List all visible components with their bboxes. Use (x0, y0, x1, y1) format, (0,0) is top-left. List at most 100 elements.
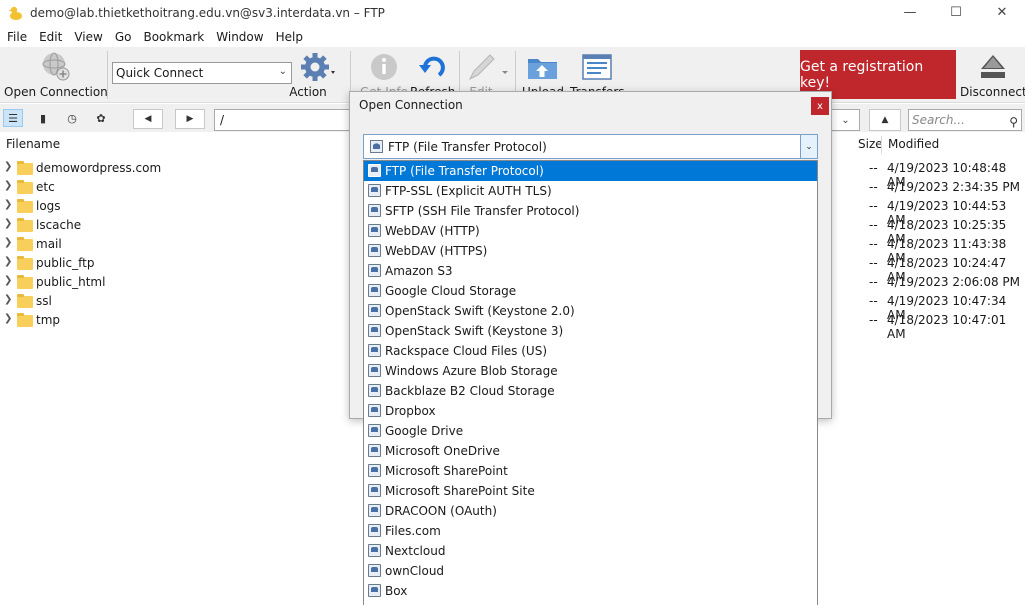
dracoon-protocol-icon (368, 504, 381, 517)
menu-bookmark[interactable]: Bookmark (137, 30, 210, 44)
sftp-protocol-icon (368, 204, 381, 217)
window-title: demo@lab.thietkethoitrang.edu.vn@sv3.int… (30, 6, 385, 20)
expand-chevron-icon[interactable]: ❯ (4, 237, 12, 248)
protocol-select[interactable]: FTP (File Transfer Protocol) ⌄ (363, 134, 818, 159)
eject-icon (981, 55, 1006, 78)
protocol-option-ftp-ssl[interactable]: FTP-SSL (Explicit AUTH TLS) (364, 181, 817, 201)
protocol-option-rackspace[interactable]: Rackspace Cloud Files (US) (364, 341, 817, 361)
protocol-option-openstack-keystone3[interactable]: OpenStack Swift (Keystone 3) (364, 321, 817, 341)
search-placeholder: Search... (912, 113, 965, 127)
rackspace-protocol-icon (368, 344, 381, 357)
expand-chevron-icon[interactable]: ❯ (4, 199, 12, 210)
column-divider[interactable] (881, 136, 882, 154)
nextcloud-protocol-icon (368, 544, 381, 557)
pencil-icon (468, 54, 508, 81)
file-size: -- (869, 275, 878, 289)
folder-icon (17, 218, 33, 232)
option-label: WebDAV (HTTP) (385, 224, 480, 238)
maximize-button[interactable]: ☐ (933, 0, 979, 24)
protocol-option-google-cloud-storage[interactable]: Google Cloud Storage (364, 281, 817, 301)
file-modified: 4/19/2023 2:34:35 PM (887, 180, 1021, 194)
folder-icon (17, 294, 33, 308)
size-column-header[interactable]: Size (858, 137, 883, 151)
menu-edit[interactable]: Edit (33, 30, 68, 44)
refresh-icon (418, 56, 445, 77)
open-connection-button[interactable]: Open Connection (4, 51, 108, 99)
browser-view-icon[interactable]: ☰ (3, 109, 23, 127)
protocol-option-webdav-http[interactable]: WebDAV (HTTP) (364, 221, 817, 241)
menu-view[interactable]: View (68, 30, 108, 44)
path-dropdown-chevron-icon[interactable]: ⌄ (832, 109, 860, 131)
disconnect-button[interactable]: Disconnect (960, 51, 1025, 99)
protocol-option-nextcloud[interactable]: Nextcloud (364, 541, 817, 561)
protocol-option-azure-blob[interactable]: Windows Azure Blob Storage (364, 361, 817, 381)
expand-chevron-icon[interactable]: ❯ (4, 294, 12, 305)
search-input[interactable]: Search... ⚲ (908, 109, 1022, 131)
files-com-protocol-icon (368, 524, 381, 537)
protocol-option-owncloud[interactable]: ownCloud (364, 561, 817, 581)
globe-plus-icon (42, 52, 70, 81)
quick-connect-select[interactable]: Quick Connect ⌄ (112, 62, 292, 84)
file-size: -- (869, 180, 878, 194)
google-cloud-protocol-icon (368, 284, 381, 297)
modified-column-header[interactable]: Modified (888, 137, 939, 151)
expand-chevron-icon[interactable]: ❯ (4, 218, 12, 229)
protocol-option-openstack-keystone2[interactable]: OpenStack Swift (Keystone 2.0) (364, 301, 817, 321)
close-window-button[interactable]: ✕ (979, 0, 1025, 24)
ftp-protocol-icon (370, 140, 383, 153)
filename-column-header[interactable]: Filename (6, 137, 60, 151)
azure-protocol-icon (368, 364, 381, 377)
protocol-option-sharepoint[interactable]: Microsoft SharePoint (364, 461, 817, 481)
folder-icon (17, 275, 33, 289)
protocol-option-backblaze-b2[interactable]: Backblaze B2 Cloud Storage (364, 381, 817, 401)
webdav-protocol-icon (368, 224, 381, 237)
file-name: demowordpress.com (36, 161, 162, 175)
menu-file[interactable]: File (0, 30, 33, 44)
folder-icon (17, 237, 33, 251)
parent-directory-button[interactable]: ▲ (869, 109, 901, 131)
protocol-option-google-drive[interactable]: Google Drive (364, 421, 817, 441)
protocol-option-box[interactable]: Box (364, 581, 817, 601)
info-icon (370, 54, 397, 80)
openstack-protocol-icon (368, 324, 381, 337)
chevron-down-icon[interactable]: ⌄ (800, 135, 817, 158)
menu-window[interactable]: Window (210, 30, 269, 44)
option-label: Box (385, 584, 408, 598)
option-label: Rackspace Cloud Files (US) (385, 344, 547, 358)
expand-chevron-icon[interactable]: ❯ (4, 275, 12, 286)
protocol-option-sftp[interactable]: SFTP (SSH File Transfer Protocol) (364, 201, 817, 221)
forward-button[interactable]: ▶ (175, 109, 205, 129)
protocol-option-webdav-https[interactable]: WebDAV (HTTPS) (364, 241, 817, 261)
protocol-option-sharepoint-site[interactable]: Microsoft SharePoint Site (364, 481, 817, 501)
bonjour-icon[interactable]: ✿ (91, 109, 111, 127)
expand-chevron-icon[interactable]: ❯ (4, 256, 12, 267)
protocol-option-onedrive[interactable]: Microsoft OneDrive (364, 441, 817, 461)
back-button[interactable]: ◀ (133, 109, 163, 129)
gear-icon (301, 53, 335, 81)
action-button[interactable]: Action (289, 51, 337, 99)
protocol-option-files-com[interactable]: Files.com (364, 521, 817, 541)
protocol-option-dropbox[interactable]: Dropbox (364, 401, 817, 421)
option-label: Microsoft SharePoint Site (385, 484, 535, 498)
menu-go[interactable]: Go (109, 30, 138, 44)
protocol-option-dracoon[interactable]: DRACOON (OAuth) (364, 501, 817, 521)
file-size: -- (869, 237, 878, 251)
file-modified: 4/19/2023 2:06:08 PM (887, 275, 1021, 289)
file-name: mail (36, 237, 62, 251)
path-input[interactable]: / (214, 109, 364, 131)
expand-chevron-icon[interactable]: ❯ (4, 180, 12, 191)
file-size: -- (869, 256, 878, 270)
dialog-close-button[interactable]: x (811, 97, 829, 115)
expand-chevron-icon[interactable]: ❯ (4, 313, 12, 324)
menu-help[interactable]: Help (270, 30, 309, 44)
history-icon[interactable]: ◷ (62, 109, 82, 127)
file-size: -- (869, 313, 878, 327)
expand-chevron-icon[interactable]: ❯ (4, 161, 12, 172)
option-label: Microsoft SharePoint (385, 464, 508, 478)
file-name: public_html (36, 275, 106, 289)
protocol-option-ftp[interactable]: FTP (File Transfer Protocol) (364, 161, 817, 181)
bookmarks-icon[interactable]: ▮ (33, 109, 53, 127)
folder-icon (17, 256, 33, 270)
minimize-button[interactable]: — (887, 0, 933, 24)
protocol-option-amazon-s3[interactable]: Amazon S3 (364, 261, 817, 281)
